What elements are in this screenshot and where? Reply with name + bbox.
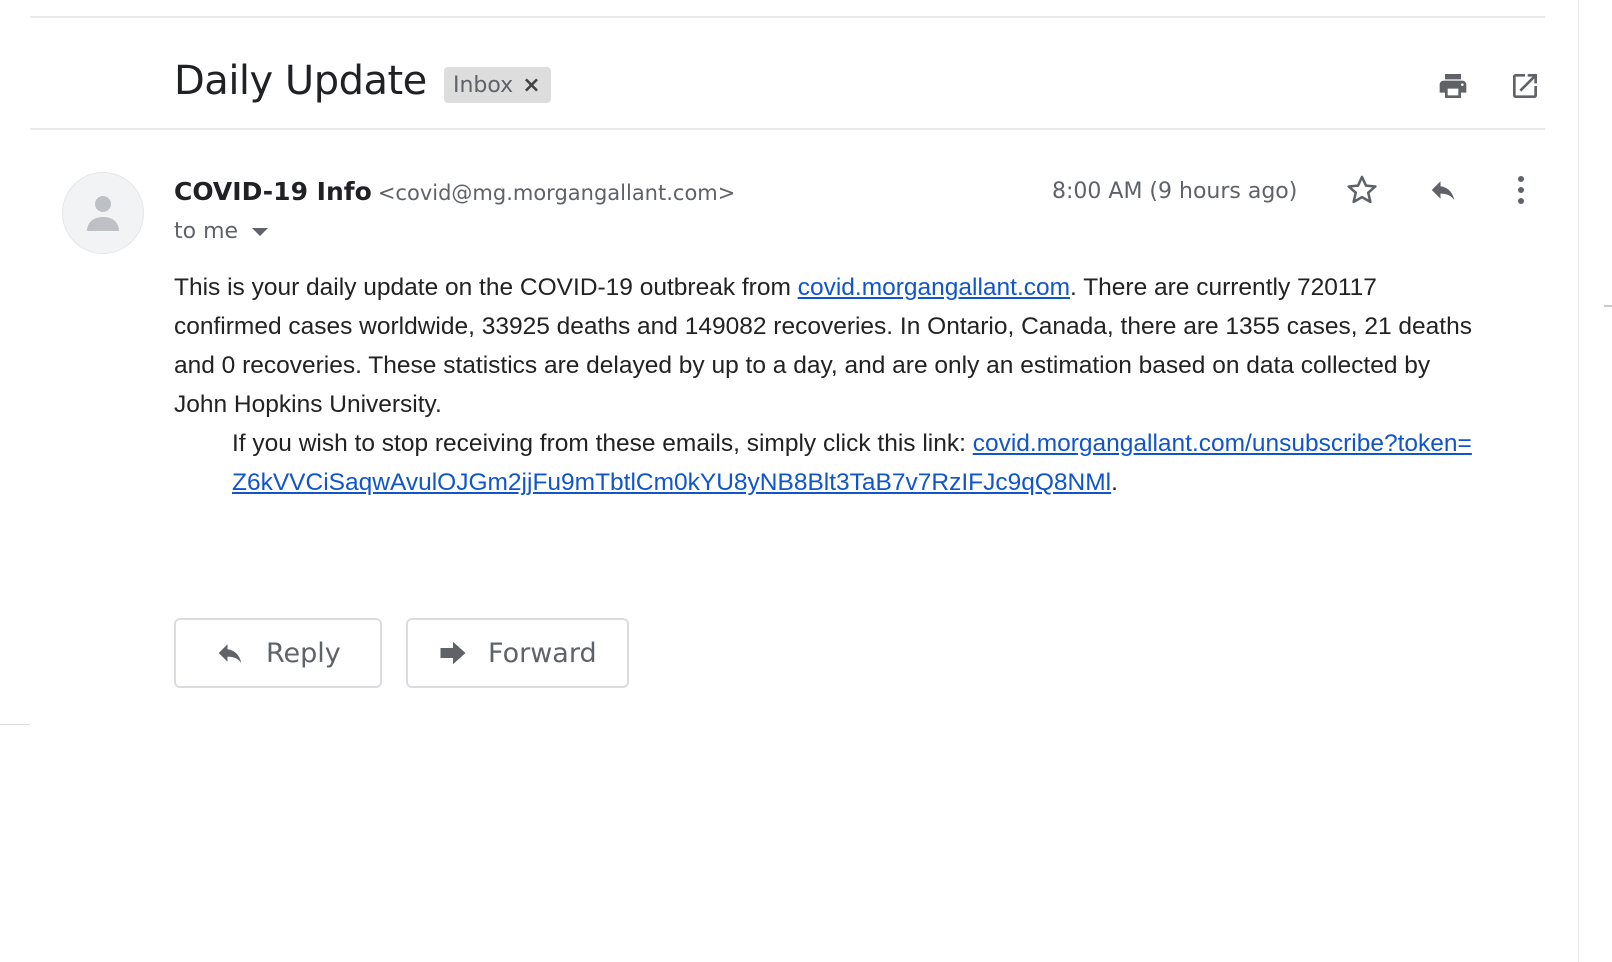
sender-name[interactable]: COVID-19 Info	[174, 177, 372, 206]
body-paragraph-1: This is your daily update on the COVID-1…	[174, 274, 1472, 418]
recipient-text: to me	[174, 219, 239, 244]
open-in-new-window-icon[interactable]	[1505, 66, 1545, 106]
more-vertical-icon[interactable]	[1506, 170, 1536, 210]
star-icon[interactable]	[1342, 170, 1382, 210]
inbox-label-chip[interactable]: Inbox ×	[444, 67, 551, 103]
header-divider	[30, 128, 1545, 130]
sender-line: COVID-19 Info <covid@mg.morgangallant.com…	[174, 177, 735, 206]
caret-down-icon[interactable]	[252, 227, 269, 236]
reply-icon[interactable]	[1422, 170, 1464, 210]
forward-icon	[436, 638, 470, 668]
reply-button[interactable]: Reply	[174, 618, 382, 688]
reply-icon	[212, 638, 248, 668]
label-chip-text: Inbox	[453, 72, 514, 98]
email-body: This is your daily update on the COVID-1…	[174, 268, 1484, 502]
site-link[interactable]: covid.morgangallant.com	[798, 274, 1070, 301]
sender-avatar[interactable]	[62, 172, 144, 254]
reply-button-label: Reply	[266, 637, 341, 669]
right-pane-border	[1578, 0, 1579, 962]
body-paragraph-2: If you wish to stop receiving from these…	[232, 430, 1472, 496]
email-subject: Daily Update	[174, 58, 427, 104]
print-icon[interactable]	[1433, 66, 1473, 106]
sender-email: <covid@mg.morgangallant.com>	[377, 181, 736, 205]
forward-button[interactable]: Forward	[406, 618, 629, 688]
recipient-details-toggle[interactable]: to me	[174, 219, 269, 244]
edge-marker	[1604, 305, 1612, 307]
email-timestamp: 8:00 AM (9 hours ago)	[1052, 179, 1298, 204]
left-divider	[0, 724, 30, 725]
forward-button-label: Forward	[488, 637, 597, 669]
default-person-icon	[87, 196, 119, 231]
top-divider	[30, 16, 1545, 18]
remove-label-icon[interactable]: ×	[522, 73, 540, 98]
